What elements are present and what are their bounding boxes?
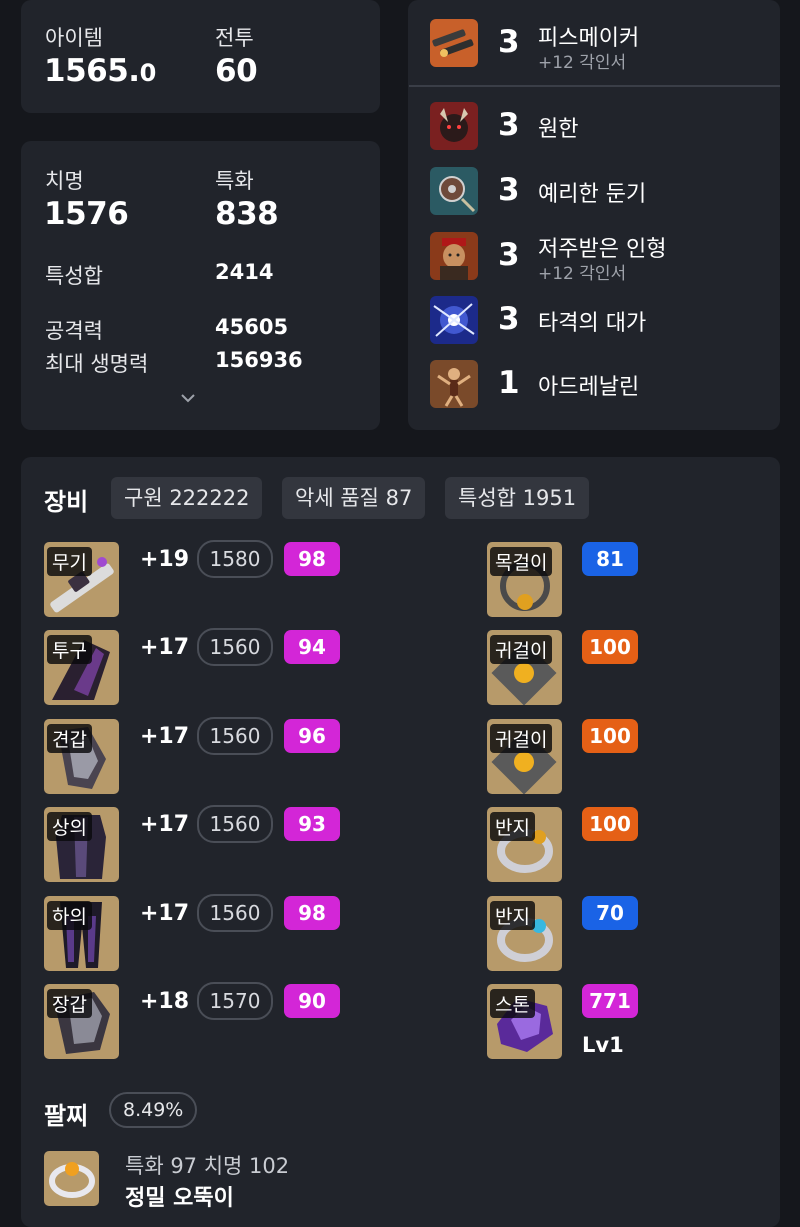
stat-total-label: 특성합: [45, 264, 103, 288]
stone-level: Lv1: [582, 1033, 624, 1057]
item-level-pill: 1560: [197, 628, 273, 666]
item-level-pill: 1560: [197, 805, 273, 843]
slot-tag: 반지: [490, 901, 535, 930]
slot-tag: 무기: [47, 547, 92, 576]
engraving-name: 원한: [538, 117, 579, 142]
slot-tag: 투구: [47, 635, 92, 664]
stone-slot[interactable]: 스톤: [487, 984, 562, 1059]
engraving-level: 1: [498, 365, 520, 401]
quality-badge: 93: [284, 807, 340, 841]
accessory-stat-total-chip: 특성합 1951: [445, 477, 590, 519]
upgrade-level: +18: [140, 989, 190, 1014]
necklace-slot[interactable]: 목걸이: [487, 542, 562, 617]
quality-badge: 771: [582, 984, 638, 1018]
cursed-doll-icon: [430, 232, 478, 280]
quality-badge: 100: [582, 719, 638, 753]
spec-label: 특화: [215, 169, 254, 193]
keen-blunt-weapon-icon: [430, 167, 478, 215]
attack-power-label: 공격력: [45, 319, 103, 343]
quality-badge: 98: [284, 542, 340, 576]
slot-tag: 스톤: [490, 989, 535, 1018]
quality-badge: 94: [284, 630, 340, 664]
engraving-level: 3: [498, 172, 520, 208]
engraving-book-note: +12 각인서: [538, 53, 627, 73]
combat-level-value: 60: [215, 53, 258, 89]
quality-badge: 100: [582, 807, 638, 841]
earring-slot[interactable]: 귀걸이: [487, 719, 562, 794]
engraving-level: 3: [498, 24, 520, 60]
hit-master-icon: [430, 296, 478, 344]
engraving-level: 3: [498, 237, 520, 273]
item-level-pill: 1560: [197, 717, 273, 755]
earring-slot[interactable]: 귀걸이: [487, 630, 562, 705]
slot-tag: 견갑: [47, 724, 92, 753]
slot-tag: 하의: [47, 901, 92, 930]
quality-badge: 70: [582, 896, 638, 930]
upgrade-level: +17: [140, 724, 190, 749]
bracelet-stats: 특화 97 치명 102: [125, 1154, 290, 1178]
upgrade-level: +17: [140, 812, 190, 837]
helmet-slot[interactable]: 투구: [44, 630, 119, 705]
accessory-quality-chip: 악세 품질 87: [282, 477, 426, 519]
ring-slot[interactable]: 반지: [487, 807, 562, 882]
chest-slot[interactable]: 상의: [44, 807, 119, 882]
shoulder-slot[interactable]: 견갑: [44, 719, 119, 794]
slot-tag: 귀걸이: [490, 635, 553, 664]
engraving-level: 3: [498, 107, 520, 143]
crit-value: 1576: [44, 196, 129, 232]
engraving-name: 예리한 둔기: [538, 182, 647, 207]
slot-tag: 장갑: [47, 989, 92, 1018]
bracelet-slot[interactable]: [44, 1151, 99, 1206]
engraving-book-note: +12 각인서: [538, 264, 627, 284]
item-level-value: 1565.0: [44, 53, 156, 89]
grudge-icon: [430, 102, 478, 150]
stats-detail-card[interactable]: 치명 1576 특화 838 특성합 2414 공격력 45605 최대 생명력…: [21, 141, 380, 430]
item-level-label: 아이템: [45, 26, 103, 50]
bracelet-icon: [44, 1151, 99, 1206]
attack-power-value: 45605: [215, 315, 289, 339]
max-hp-label: 최대 생명력: [45, 352, 149, 376]
spec-value: 838: [215, 196, 279, 232]
engraving-name: 아드레날린: [538, 375, 640, 400]
bracelet-percent-chip: 8.49%: [109, 1092, 198, 1128]
max-hp-value: 156936: [215, 348, 303, 372]
slot-tag: 상의: [47, 812, 92, 841]
item-level-pill: 1560: [197, 894, 273, 932]
slot-tag: 반지: [490, 812, 535, 841]
crit-label: 치명: [45, 169, 84, 193]
quality-badge: 98: [284, 896, 340, 930]
bracelet-title: 팔찌: [44, 1102, 89, 1130]
quality-badge: 100: [582, 630, 638, 664]
ring-slot[interactable]: 반지: [487, 896, 562, 971]
engraving-divider: [409, 85, 780, 87]
quality-badge: 96: [284, 719, 340, 753]
engraving-level: 3: [498, 301, 520, 337]
peacemaker-icon: [430, 19, 478, 67]
quality-badge: 90: [284, 984, 340, 1018]
item-level-pill: 1570: [197, 982, 273, 1020]
slot-tag: 귀걸이: [490, 724, 553, 753]
quality-badge: 81: [582, 542, 638, 576]
equipment-title: 장비: [44, 488, 89, 516]
weapon-slot[interactable]: 무기: [44, 542, 119, 617]
item-level-pill: 1580: [197, 540, 273, 578]
chevron-down-icon[interactable]: [180, 392, 196, 404]
gloves-slot[interactable]: 장갑: [44, 984, 119, 1059]
upgrade-level: +19: [140, 547, 190, 572]
adrenaline-icon: [430, 360, 478, 408]
slot-tag: 목걸이: [490, 547, 553, 576]
upgrade-level: +17: [140, 901, 190, 926]
stat-total-value: 2414: [215, 260, 274, 284]
pants-slot[interactable]: 하의: [44, 896, 119, 971]
combat-level-label: 전투: [215, 26, 254, 50]
upgrade-level: +17: [140, 635, 190, 660]
set-chip: 구원 222222: [111, 477, 263, 519]
engraving-name: 타격의 대가: [538, 311, 647, 336]
bracelet-effects: 정밀 오뚝이: [125, 1186, 234, 1211]
item-level-card: 아이템 1565.0 전투 60: [21, 0, 380, 113]
